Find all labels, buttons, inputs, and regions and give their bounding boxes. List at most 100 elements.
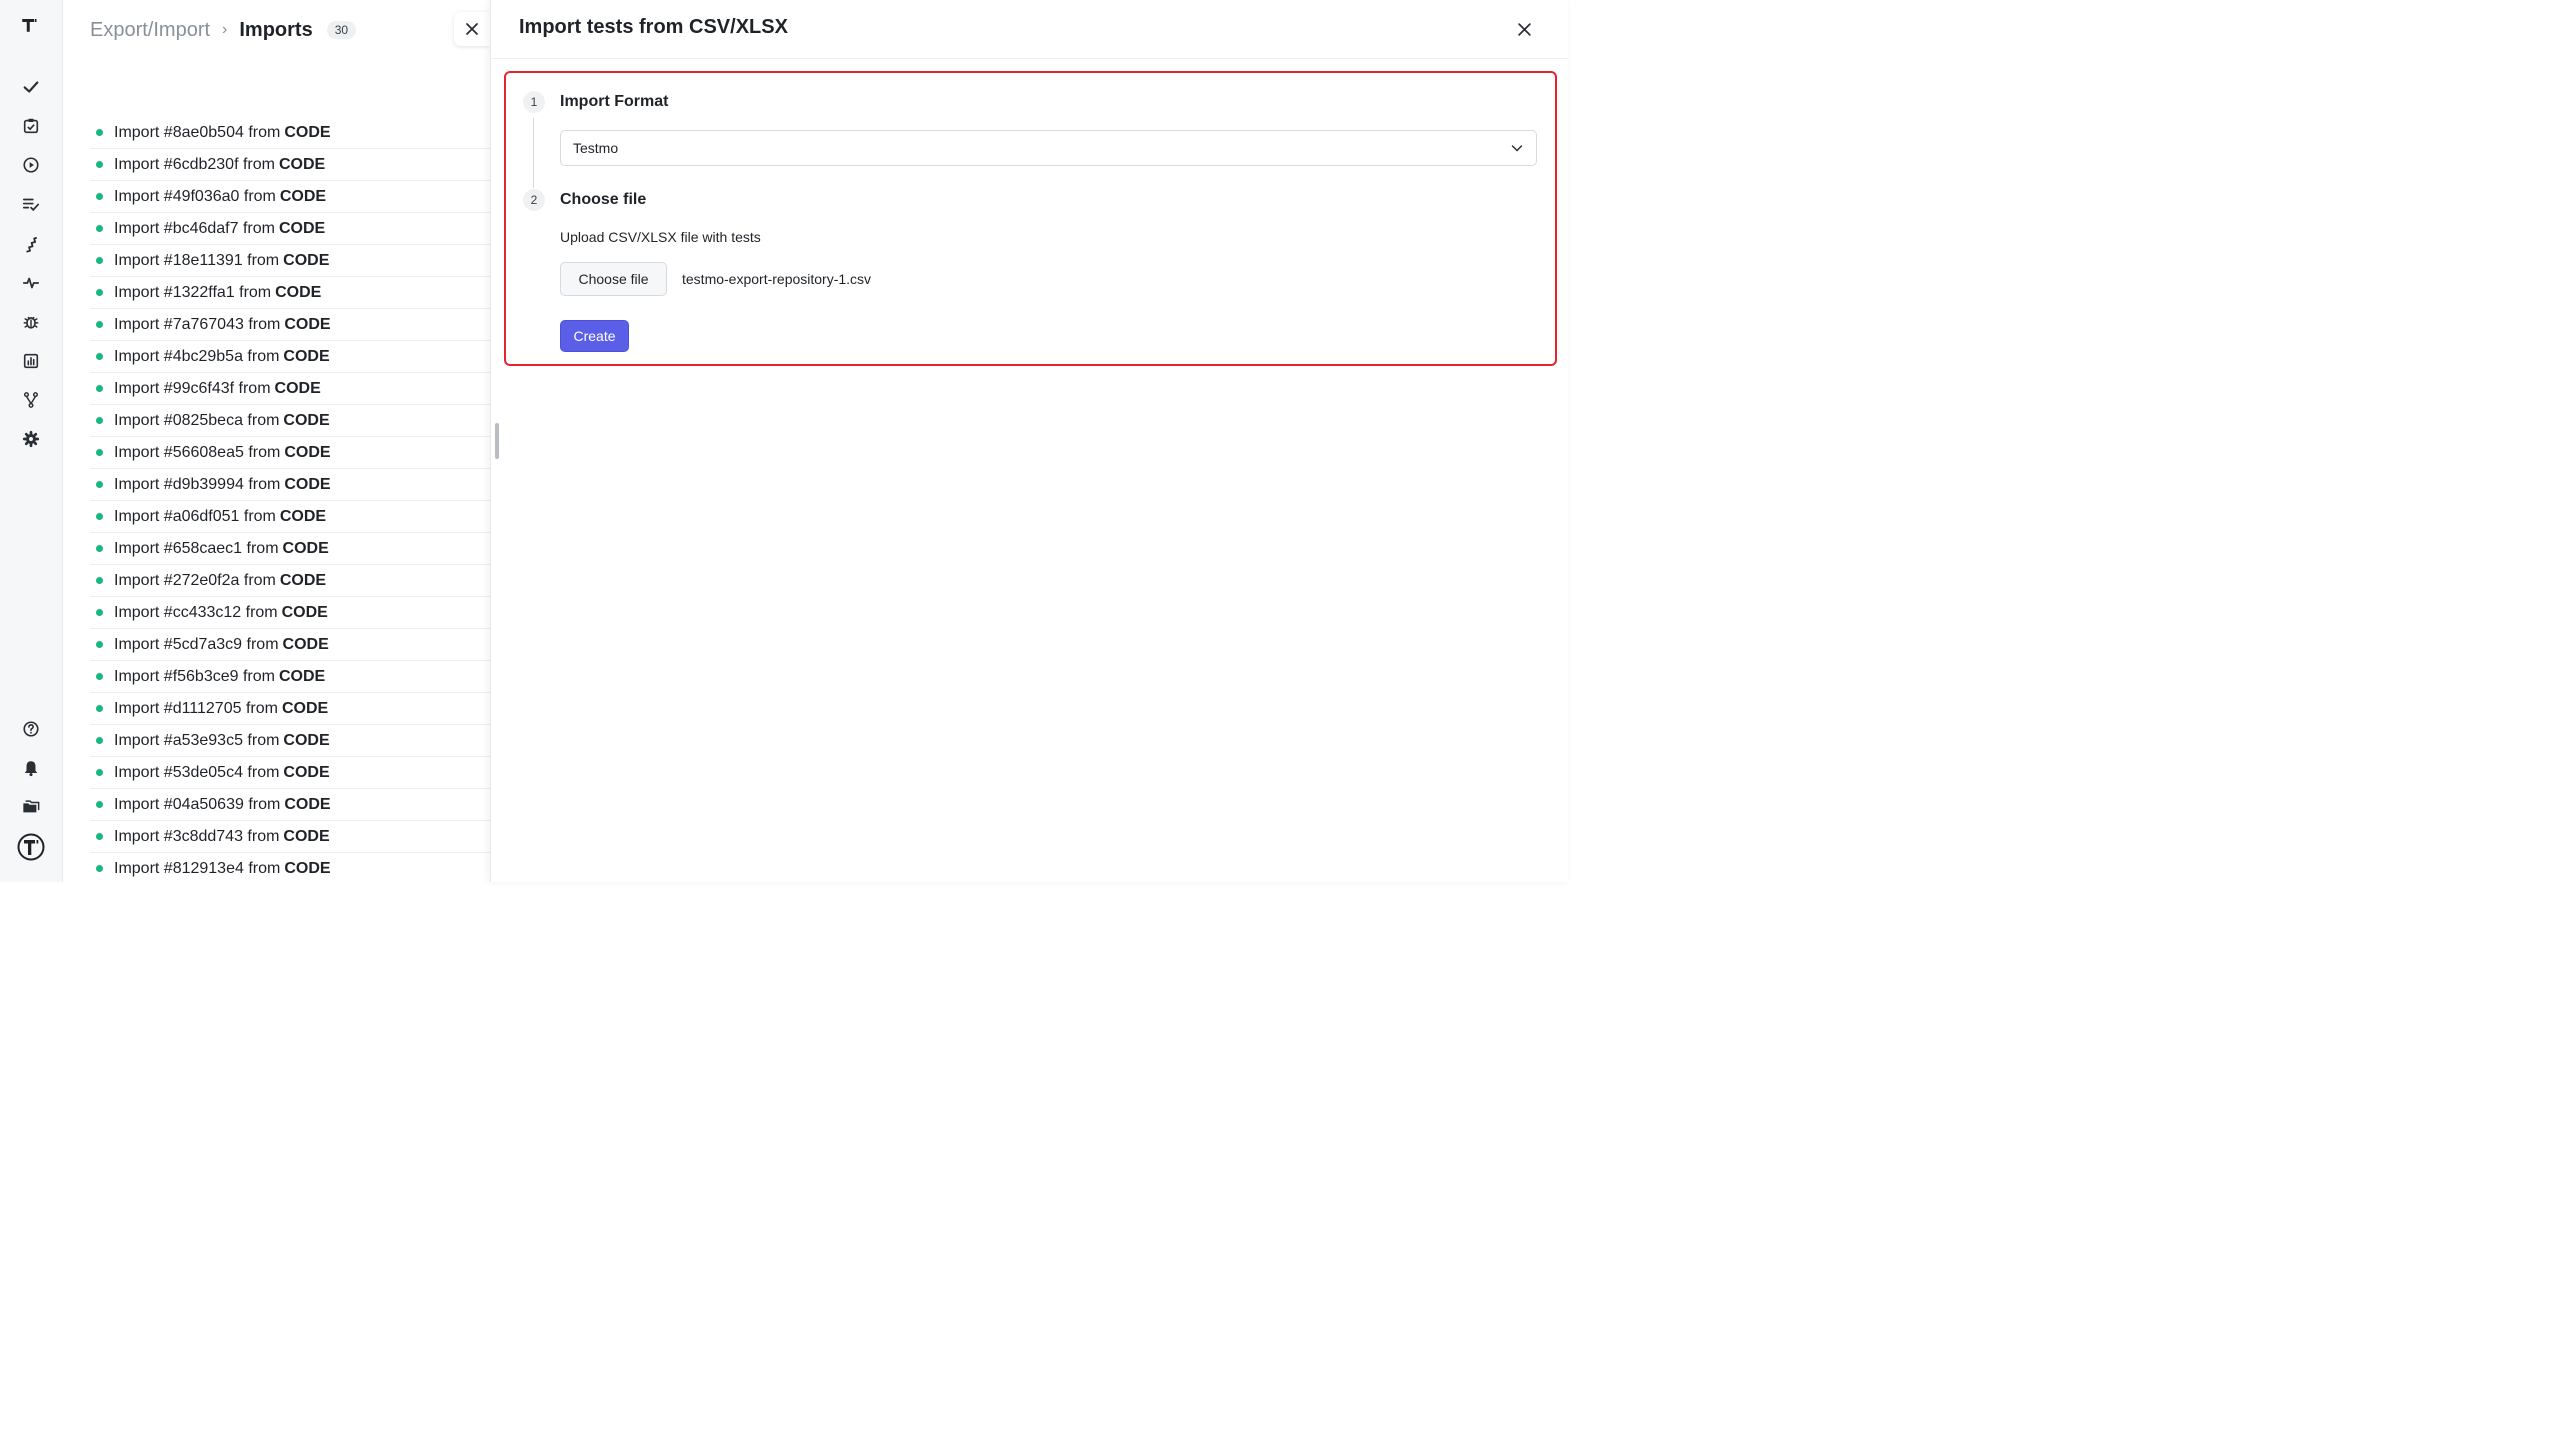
import-label: Import #49f036a0 from xyxy=(114,187,276,205)
import-label: Import #272e0f2a from xyxy=(114,571,276,589)
import-label: Import #04a50639 from xyxy=(114,795,281,813)
list-item[interactable]: Import #cc433c12 from CODE xyxy=(90,597,490,629)
list-item[interactable]: Import #18e11391 from CODE xyxy=(90,245,490,277)
choose-file-button[interactable]: Choose file xyxy=(560,262,667,296)
profile-logo-icon[interactable] xyxy=(17,833,45,861)
list-item[interactable]: Import #53de05c4 from CODE xyxy=(90,757,490,789)
status-dot-icon xyxy=(96,289,103,296)
import-source: CODE xyxy=(279,187,327,205)
list-item[interactable]: Import #272e0f2a from CODE xyxy=(90,565,490,597)
list-item[interactable]: Import #4bc29b5a from CODE xyxy=(90,341,490,373)
import-label: Import #7a767043 from xyxy=(114,315,281,333)
import-source: CODE xyxy=(281,699,329,717)
step-connector xyxy=(533,118,534,188)
stairs-icon[interactable] xyxy=(20,233,42,255)
import-source: CODE xyxy=(283,827,330,845)
play-circle-icon[interactable] xyxy=(20,154,42,176)
import-source: CODE xyxy=(279,571,327,589)
list-item[interactable]: Import #1322ffa1 from CODE xyxy=(90,277,490,309)
import-source: CODE xyxy=(278,667,326,685)
status-dot-icon xyxy=(96,321,103,328)
list-item[interactable]: Import #04a50639 from CODE xyxy=(90,789,490,821)
import-drawer: Import tests from CSV/XLSX 1 Import Form… xyxy=(490,0,1569,882)
list-item[interactable]: Import #49f036a0 from CODE xyxy=(90,181,490,213)
list-item[interactable]: Import #a53e93c5 from CODE xyxy=(90,725,490,757)
breadcrumb-separator: › xyxy=(222,21,228,38)
list-item[interactable]: Import #d9b39994 from CODE xyxy=(90,469,490,501)
import-source: CODE xyxy=(275,283,322,301)
bell-icon[interactable] xyxy=(20,757,42,779)
status-dot-icon xyxy=(96,545,103,552)
close-drawer-button[interactable] xyxy=(1513,18,1535,40)
import-label: Import #1322ffa1 from xyxy=(114,283,272,301)
list-item[interactable]: Import #7a767043 from CODE xyxy=(90,309,490,341)
status-dot-icon xyxy=(96,193,103,200)
clipboard-check-icon[interactable] xyxy=(20,115,42,137)
page-title: Imports xyxy=(239,18,313,41)
list-item[interactable]: Import #658caec1 from CODE xyxy=(90,533,490,565)
import-label: Import #6cdb230f from xyxy=(114,155,275,173)
import-label: Import #d9b39994 from xyxy=(114,475,281,493)
import-source: CODE xyxy=(274,379,321,397)
import-label: Import #f56b3ce9 from xyxy=(114,667,275,685)
import-label: Import #4bc29b5a from xyxy=(114,347,280,365)
branch-icon[interactable] xyxy=(20,389,42,411)
list-item[interactable]: Import #8ae0b504 from CODE xyxy=(90,117,490,149)
import-label: Import #8ae0b504 from xyxy=(114,123,281,141)
list-item[interactable]: Import #a06df051 from CODE xyxy=(90,501,490,533)
imports-panel: Export/Import › Imports 30 Import #8ae0b… xyxy=(63,0,490,882)
status-dot-icon xyxy=(96,737,103,744)
import-source: CODE xyxy=(278,219,326,237)
resize-handle[interactable] xyxy=(495,423,499,459)
import-format-select[interactable]: Testmo xyxy=(560,130,1537,166)
import-label: Import #99c6f43f from xyxy=(114,379,271,397)
drawer-title: Import tests from CSV/XLSX xyxy=(519,16,788,38)
folders-icon[interactable] xyxy=(20,796,42,818)
import-label: Import #bc46daf7 from xyxy=(114,219,275,237)
close-panel-button[interactable] xyxy=(454,12,490,46)
import-source: CODE xyxy=(284,315,331,333)
import-source: CODE xyxy=(284,795,331,813)
close-icon xyxy=(466,23,478,35)
list-item[interactable]: Import #3c8dd743 from CODE xyxy=(90,821,490,853)
import-source: CODE xyxy=(278,155,326,173)
list-check-icon[interactable] xyxy=(20,193,42,215)
import-label: Import #d1112705 from xyxy=(114,699,278,717)
activity-icon[interactable] xyxy=(20,272,42,294)
breadcrumb-export-import[interactable]: Export/Import xyxy=(90,19,210,42)
gear-icon[interactable] xyxy=(20,428,42,450)
list-item[interactable]: Import #812913e4 from CODE xyxy=(90,853,490,882)
import-label: Import #53de05c4 from xyxy=(114,763,280,781)
list-item[interactable]: Import #f56b3ce9 from CODE xyxy=(90,661,490,693)
status-dot-icon xyxy=(96,449,103,456)
chevron-down-icon xyxy=(1511,145,1523,152)
upload-label: Upload CSV/XLSX file with tests xyxy=(560,229,761,245)
list-item[interactable]: Import #bc46daf7 from CODE xyxy=(90,213,490,245)
testmo-logo-icon[interactable] xyxy=(20,16,44,40)
list-item[interactable]: Import #5cd7a3c9 from CODE xyxy=(90,629,490,661)
import-label: Import #812913e4 from xyxy=(114,859,281,877)
bug-icon[interactable] xyxy=(20,311,42,333)
status-dot-icon xyxy=(96,129,103,136)
list-item[interactable]: Import #d1112705 from CODE xyxy=(90,693,490,725)
create-button[interactable]: Create xyxy=(560,320,629,352)
import-source: CODE xyxy=(282,635,329,653)
import-source: CODE xyxy=(284,859,331,877)
help-icon[interactable] xyxy=(20,718,42,740)
status-dot-icon xyxy=(96,385,103,392)
list-item[interactable]: Import #56608ea5 from CODE xyxy=(90,437,490,469)
list-item[interactable]: Import #0825beca from CODE xyxy=(90,405,490,437)
bar-chart-icon[interactable] xyxy=(20,350,42,372)
status-dot-icon xyxy=(96,353,103,360)
import-format-value: Testmo xyxy=(573,140,619,156)
status-dot-icon xyxy=(96,705,103,712)
import-source: CODE xyxy=(283,251,330,269)
list-item[interactable]: Import #6cdb230f from CODE xyxy=(90,149,490,181)
check-icon[interactable] xyxy=(20,76,42,98)
status-dot-icon xyxy=(96,769,103,776)
import-source: CODE xyxy=(284,443,331,461)
step-1-title: Import Format xyxy=(560,93,669,110)
import-label: Import #3c8dd743 from xyxy=(114,827,280,845)
list-item[interactable]: Import #99c6f43f from CODE xyxy=(90,373,490,405)
import-label: Import #56608ea5 from xyxy=(114,443,281,461)
